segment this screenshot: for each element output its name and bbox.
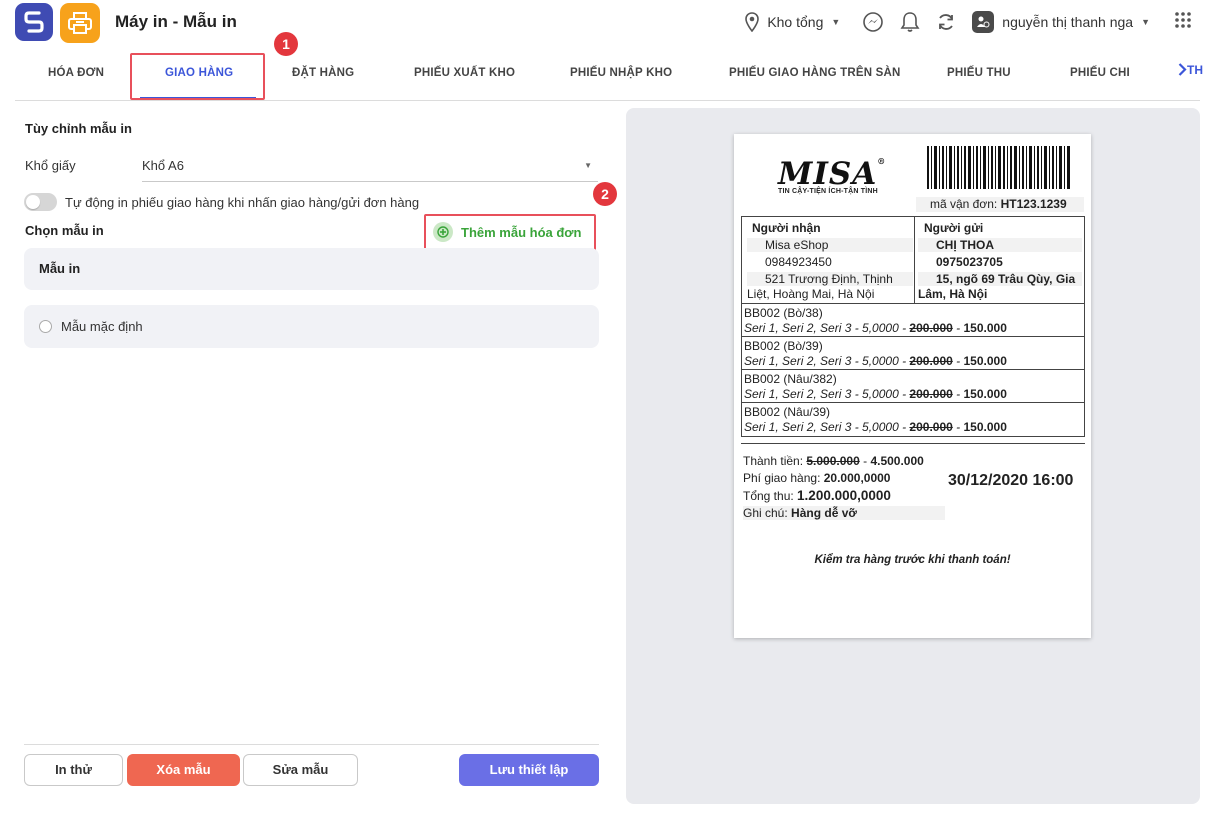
divider [24, 744, 599, 745]
receipt-preview: MISA® TIN CẬY-TIỆN ÍCH-TẬN TÌNH mã vận đ… [734, 134, 1091, 638]
tab-phieu-nhap-kho[interactable]: PHIẾU NHẬP KHO [570, 48, 672, 98]
receiver-name: Misa eShop [747, 238, 913, 252]
messenger-icon[interactable] [862, 11, 884, 33]
tab-phieu-xuat-kho[interactable]: PHIẾU XUẤT KHO [414, 48, 515, 98]
chevron-right-icon [1178, 63, 1187, 76]
customize-section-title: Tùy chỉnh mẫu in [25, 121, 132, 136]
sender-title: Người gửi [924, 221, 984, 235]
plus-circle-icon [433, 222, 453, 242]
header-toolbar: Kho tổng ▼ nguyễn thị thanh nga ▼ [745, 7, 1192, 37]
receiver-address-line1: 521 Trương Định, Thịnh [747, 272, 913, 286]
note-row: Ghi chú: Hàng dễ vỡ [743, 506, 945, 520]
shipping-fee-row: Phí giao hàng: 20.000,0000 [743, 471, 891, 485]
divider [741, 443, 1085, 444]
sync-icon[interactable] [936, 12, 956, 32]
chevron-down-icon: ▼ [831, 17, 841, 27]
add-template-button[interactable]: Thêm mẫu hóa đơn [433, 221, 581, 243]
app-logo-icon[interactable] [15, 3, 53, 41]
template-option-default[interactable]: Mẫu mặc định [24, 305, 599, 348]
receiver-address-line2: Liệt, Hoàng Mai, Hà Nội [747, 287, 875, 301]
tab-hoa-don[interactable]: HÓA ĐƠN [48, 48, 104, 98]
add-template-label: Thêm mẫu hóa đơn [461, 224, 582, 240]
delete-template-button[interactable]: Xóa mẫu [127, 754, 240, 786]
list-item: BB002 (Nâu/39) Seri 1, Seri 2, Seri 3 - … [742, 403, 1084, 436]
item-name: BB002 (Bò/38) [744, 306, 823, 320]
template-group-label: Mẫu in [39, 261, 81, 276]
barcode-icon [927, 146, 1070, 189]
item-name: BB002 (Nâu/39) [744, 405, 831, 419]
user-menu[interactable]: nguyễn thị thanh nga ▼ [972, 11, 1150, 33]
paper-size-label: Khổ giấy [25, 158, 76, 173]
sender-phone: 0975023705 [936, 255, 1003, 269]
item-detail: Seri 1, Seri 2, Seri 3 - 5,0000 - 200.00… [744, 420, 1007, 434]
receiver-phone: 0984923450 [765, 255, 832, 269]
waybill-label: mã vận đơn: [930, 197, 998, 211]
items-table: BB002 (Bò/38) Seri 1, Seri 2, Seri 3 - 5… [741, 304, 1085, 437]
waybill-code: mã vận đơn: HT123.1239 [916, 197, 1084, 212]
misa-logo: MISA® [778, 156, 887, 192]
location-pin-icon [745, 12, 760, 32]
toggle-knob [26, 195, 40, 209]
total-row: Tổng thu: 1.200.000,0000 [743, 488, 891, 503]
template-option-label: Mẫu mặc định [61, 319, 143, 334]
sender-name: CHỊ THOA [918, 238, 1082, 252]
logo-tagline: TIN CẬY-TIỆN ÍCH-TẬN TÌNH [778, 188, 878, 195]
template-group-header: Mẫu in [24, 248, 599, 290]
step-badge: 2 [593, 182, 617, 206]
item-detail: Seri 1, Seri 2, Seri 3 - 5,0000 - 200.00… [744, 321, 1007, 335]
next-tab-label: TH [1187, 63, 1203, 77]
item-detail: Seri 1, Seri 2, Seri 3 - 5,0000 - 200.00… [744, 354, 1007, 368]
subtotal-row: Thành tiền: 5.000.000 - 4.500.000 [743, 454, 924, 468]
paper-size-value: Khổ A6 [142, 158, 184, 173]
printer-app-icon[interactable] [60, 3, 100, 43]
step-badge: 1 [274, 32, 298, 56]
tabs-scroll-next[interactable]: TH [1178, 63, 1203, 77]
receiver-title: Người nhận [752, 221, 821, 235]
choose-template-title: Chọn mẫu in [25, 223, 104, 238]
warehouse-label: Kho tổng [767, 14, 824, 30]
page-title: Máy in - Mẫu in [115, 12, 237, 31]
paper-size-select[interactable]: Khổ A6 ▼ [142, 150, 598, 182]
tab-phieu-thu[interactable]: PHIẾU THU [947, 48, 1011, 98]
bell-icon[interactable] [900, 11, 920, 33]
divider [914, 217, 915, 303]
save-settings-button[interactable]: Lưu thiết lập [459, 754, 599, 786]
user-name: nguyễn thị thanh nga [1002, 14, 1134, 30]
item-detail: Seri 1, Seri 2, Seri 3 - 5,0000 - 200.00… [744, 387, 1007, 401]
logo-text: MISA [778, 156, 878, 192]
edit-template-button[interactable]: Sửa mẫu [243, 754, 358, 786]
tab-dat-hang[interactable]: ĐẶT HÀNG [292, 48, 354, 98]
tab-phieu-giao-hang-tren-san[interactable]: PHIẾU GIAO HÀNG TRÊN SÀN [729, 48, 901, 98]
list-item: BB002 (Bò/38) Seri 1, Seri 2, Seri 3 - 5… [742, 304, 1084, 337]
sender-address-line2: Lâm, Hà Nội [918, 287, 988, 301]
auto-print-label: Tự động in phiếu giao hàng khi nhấn giao… [65, 195, 420, 210]
receipt-footer-note: Kiểm tra hàng trước khi thanh toán! [814, 554, 1011, 566]
warehouse-selector[interactable]: Kho tổng ▼ [745, 12, 840, 32]
highlight-box-tab [130, 53, 265, 100]
user-avatar-icon [972, 11, 995, 33]
test-print-button[interactable]: In thử [24, 754, 123, 786]
waybill-value: HT123.1239 [1000, 197, 1067, 211]
item-name: BB002 (Nâu/382) [744, 372, 837, 386]
sender-address-line1: 15, ngõ 69 Trâu Qùy, Gia [918, 272, 1082, 286]
chevron-down-icon: ▼ [1141, 17, 1150, 27]
address-block: Người nhận Misa eShop 0984923450 521 Trư… [741, 216, 1085, 304]
apps-grid-icon[interactable] [1174, 11, 1192, 34]
chevron-down-icon: ▼ [584, 161, 592, 170]
auto-print-toggle[interactable] [24, 193, 57, 211]
tab-phieu-chi[interactable]: PHIẾU CHI [1070, 48, 1130, 98]
list-item: BB002 (Nâu/382) Seri 1, Seri 2, Seri 3 -… [742, 370, 1084, 403]
radio-button[interactable] [39, 320, 52, 333]
item-name: BB002 (Bò/39) [744, 339, 823, 353]
list-item: BB002 (Bò/39) Seri 1, Seri 2, Seri 3 - 5… [742, 337, 1084, 370]
print-datetime: 30/12/2020 16:00 [948, 472, 1074, 489]
